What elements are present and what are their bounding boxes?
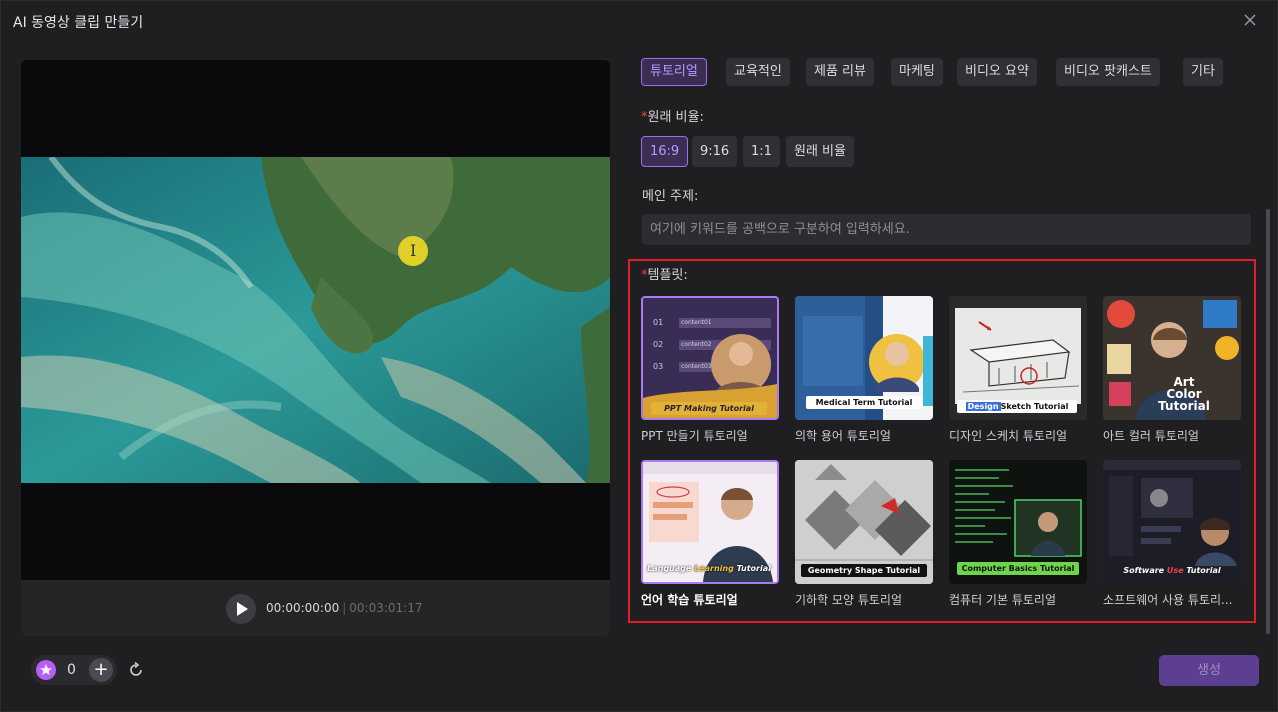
software-thumb-caption-c: Tutorial [1183,566,1221,575]
add-credits-button[interactable]: + [89,658,113,682]
category-other[interactable]: 기타 [1183,58,1223,86]
template-thumb-geometry[interactable]: Geometry Shape Tutorial [795,460,933,584]
ppt-row-2-label: content02 [681,341,712,348]
template-label: *템플릿: [641,264,688,283]
template-name-ppt: PPT 만들기 튜토리얼 [641,429,748,443]
credit-count: 0 [67,662,76,678]
text-cursor-indicator: I [398,236,428,266]
computer-thumb-caption: Computer Basics Tutorial [957,562,1079,575]
cursor-glyph: I [410,241,417,260]
panel-scrollbar[interactable] [1266,209,1270,634]
aspect-original[interactable]: 원래 비율 [786,136,854,167]
play-button[interactable] [226,594,256,624]
geometry-thumb-caption: Geometry Shape Tutorial [801,564,927,577]
category-video-podcast[interactable]: 비디오 팟캐스트 [1056,58,1160,86]
template-thumb-art-color[interactable]: Art Color Tutorial [1103,296,1241,420]
art-thumb-caption: Art Color Tutorial [1149,376,1219,412]
template-thumb-design-sketch[interactable]: Design Sketch Tutorial [949,296,1087,420]
template-name-art-color: 아트 컬러 튜토리얼 [1103,429,1199,443]
template-label-text: 템플릿: [647,268,688,283]
language-thumb-caption-a: Language [647,564,695,573]
video-preview: I 00:00:00:00 | 00:03:01:17 [21,60,610,636]
language-thumb-caption-c: Tutorial [733,564,771,573]
template-thumb-computer-basics[interactable]: Computer Basics Tutorial [949,460,1087,584]
ppt-row-2-number: 02 [653,340,664,349]
design-thumb-caption-highlight: Design [965,402,1001,411]
ppt-thumb-caption: PPT Making Tutorial [651,402,767,415]
ppt-row-1-label: content01 [681,319,712,326]
refresh-icon[interactable] [127,661,145,679]
template-thumb-ppt[interactable]: 01 02 03 content01 content02 content03 P… [641,296,779,420]
time-display: 00:00:00:00 | 00:03:01:17 [266,601,422,615]
design-thumb-caption: Design Sketch Tutorial [957,400,1077,413]
template-thumb-software[interactable]: Software Use Tutorial [1103,460,1241,584]
aspect-ratio-label-text: 원래 비율: [647,110,704,125]
credit-star-icon [36,660,56,680]
aspect-ratio-label: *원래 비율: [641,106,704,125]
category-marketing[interactable]: 마케팅 [891,58,943,86]
template-thumb-language[interactable]: Language Learning Tutorial [641,460,779,584]
software-thumb-caption-b: Use [1166,566,1184,575]
credits-pill: 0 + [31,655,117,685]
generate-button[interactable]: 생성 [1159,655,1259,686]
player-controls: 00:00:00:00 | 00:03:01:17 [21,580,610,636]
keyword-input[interactable] [642,214,1251,245]
aerial-coast-image [21,157,610,483]
art-thumb-line-3: Tutorial [1158,399,1210,413]
title-bar: AI 동영상 클립 만들기 [1,1,1277,41]
ppt-row-1-number: 01 [653,318,664,327]
software-thumb-caption-a: Software [1123,566,1167,575]
category-tutorial[interactable]: 튜토리얼 [641,58,707,86]
template-name-software: 소프트웨어 사용 튜토리... [1103,593,1233,607]
template-name-medical: 의학 용어 튜토리얼 [795,429,891,443]
template-name-geometry: 기하학 모양 튜토리얼 [795,593,902,607]
ppt-thumb-art [643,298,777,418]
dialog-title: AI 동영상 클립 만들기 [13,15,144,31]
aspect-1-1[interactable]: 1:1 [743,136,780,167]
close-icon[interactable] [1241,11,1259,29]
category-product-review[interactable]: 제품 리뷰 [806,58,874,86]
template-name-language: 언어 학습 튜토리얼 [641,593,738,607]
category-video-summary[interactable]: 비디오 요약 [957,58,1037,86]
category-educational[interactable]: 교육적인 [726,58,790,86]
language-thumb-caption-b: Learning [694,564,734,573]
ppt-row-3-label: content03 [681,363,712,370]
language-thumb-caption: Language Learning Tutorial [647,562,771,575]
medical-thumb-caption: Medical Term Tutorial [806,396,922,409]
video-frame [21,157,610,483]
time-separator: | [342,601,347,615]
aspect-9-16[interactable]: 9:16 [692,136,738,167]
main-topic-label: 메인 주제: [642,189,699,204]
design-thumb-caption-rest: Sketch Tutorial [1000,402,1069,411]
aspect-16-9[interactable]: 16:9 [641,136,689,167]
current-time: 00:00:00:00 [266,601,340,615]
ai-video-clip-dialog: AI 동영상 클립 만들기 I 00:00:00:00 | 00:03:01:1… [0,0,1278,712]
template-name-design-sketch: 디자인 스케치 튜토리얼 [949,429,1068,443]
template-thumb-medical[interactable]: Medical Term Tutorial [795,296,933,420]
ppt-row-3-number: 03 [653,362,664,371]
total-time: 00:03:01:17 [349,601,423,615]
template-name-computer-basics: 컴퓨터 기본 튜토리얼 [949,593,1056,607]
software-thumb-caption: Software Use Tutorial [1111,564,1233,577]
